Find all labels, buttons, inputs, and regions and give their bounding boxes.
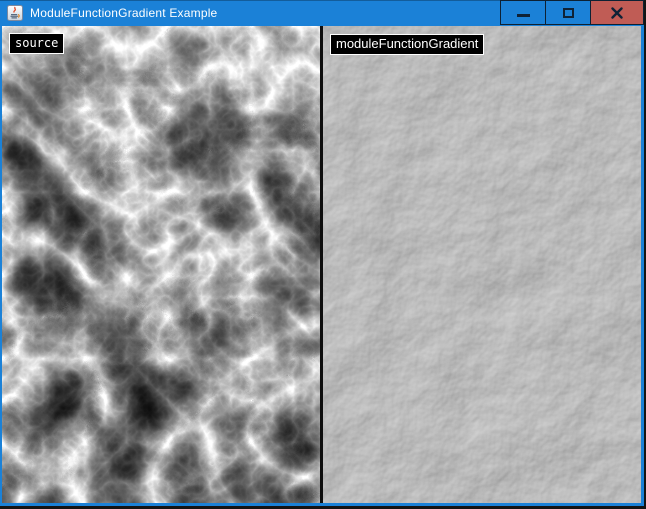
minimize-button[interactable] xyxy=(500,0,546,25)
maximize-button[interactable] xyxy=(546,0,591,25)
window-content: source xyxy=(0,26,644,503)
close-icon xyxy=(611,7,623,19)
java-coffee-cup-icon xyxy=(7,5,23,21)
source-noise-image xyxy=(2,26,320,503)
module-function-gradient-image xyxy=(323,26,641,503)
screenshot-root: ModuleFunctionGradient Example xyxy=(0,0,646,509)
titlebar[interactable]: ModuleFunctionGradient Example xyxy=(0,0,644,26)
minimize-icon xyxy=(517,14,530,17)
close-button[interactable] xyxy=(591,0,644,25)
panel-source: source xyxy=(2,26,320,503)
maximize-icon xyxy=(563,8,574,18)
window-controls xyxy=(500,0,644,26)
module-function-gradient-label: moduleFunctionGradient xyxy=(330,34,484,55)
window-title: ModuleFunctionGradient Example xyxy=(30,6,217,20)
app-window: ModuleFunctionGradient Example xyxy=(0,0,644,506)
panel-module-function-gradient: moduleFunctionGradient xyxy=(323,26,641,503)
window-bottom-border xyxy=(0,503,644,506)
source-label: source xyxy=(9,33,64,54)
